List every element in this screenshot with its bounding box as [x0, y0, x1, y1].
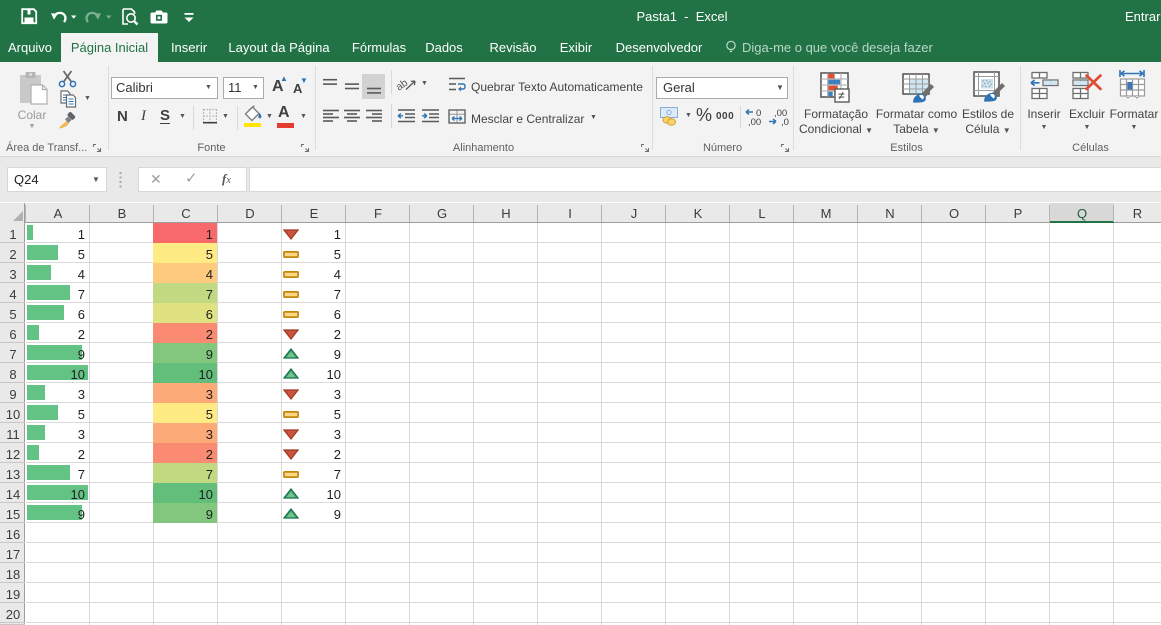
- svg-text:ab: ab: [396, 77, 410, 94]
- svg-text:≠: ≠: [838, 89, 845, 103]
- svg-text:,0: ,0: [781, 117, 789, 127]
- svg-text:0: 0: [756, 108, 761, 119]
